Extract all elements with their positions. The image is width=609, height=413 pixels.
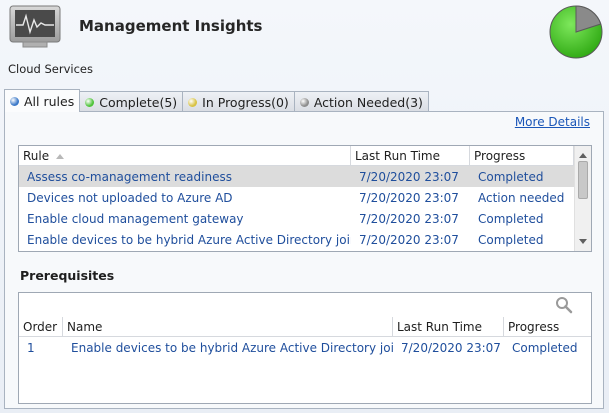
last-run-time: 7/20/2020 23:07 [401, 340, 501, 355]
gray-dot-icon [299, 97, 309, 107]
tab-label: In Progress(0) [202, 94, 289, 110]
last-run-time: 7/20/2020 23:07 [359, 169, 459, 184]
column-header-order[interactable]: Order [19, 317, 63, 337]
prerequisites-table-header: Order Name Last Run Time Progress [19, 317, 591, 337]
column-header-last-run-time[interactable]: Last Run Time [393, 317, 504, 337]
tab-panel: More Details Rule Last Run Time Progress… [4, 111, 604, 409]
tab-action-needed[interactable]: Action Needed(3) [294, 91, 429, 112]
scroll-up-arrow-icon[interactable] [579, 153, 587, 158]
page-subtitle: Cloud Services [8, 62, 93, 76]
more-details-link[interactable]: More Details [515, 115, 590, 129]
prerequisites-title: Prerequisites [20, 268, 115, 283]
tab-all-rules[interactable]: All rules [4, 89, 81, 112]
rule-name: Assess co-management readiness [27, 169, 232, 184]
column-header-name[interactable]: Name [63, 317, 393, 337]
rules-table: Rule Last Run Time Progress Assess co-ma… [18, 145, 592, 252]
blue-dot-icon [10, 96, 19, 106]
table-row[interactable]: Enable devices to be hybrid Azure Active… [19, 229, 574, 250]
last-run-time: 7/20/2020 23:07 [359, 190, 459, 205]
tab-complete[interactable]: Complete(5) [80, 91, 184, 112]
green-dot-icon [85, 97, 95, 107]
column-header-last-run-time[interactable]: Last Run Time [351, 146, 470, 166]
rule-name: Enable cloud management gateway [27, 211, 244, 226]
table-row[interactable]: Devices not uploaded to Azure AD 7/20/20… [19, 187, 574, 208]
rule-name: Enable devices to be hybrid Azure Active… [27, 232, 351, 247]
last-run-time: 7/20/2020 23:07 [359, 211, 459, 226]
header: Management Insights Cloud Services [0, 0, 609, 80]
tab-in-progress[interactable]: In Progress(0) [183, 91, 295, 112]
progress-pie-icon [549, 5, 603, 59]
prerequisite-order: 1 [27, 340, 35, 355]
column-header-rule[interactable]: Rule [19, 146, 351, 166]
search-icon[interactable] [555, 296, 573, 314]
table-row[interactable]: 1 Enable devices to be hybrid Azure Acti… [19, 337, 591, 358]
scroll-thumb[interactable] [578, 161, 588, 199]
page-title: Management Insights [79, 17, 263, 35]
last-run-time: 7/20/2020 23:07 [359, 232, 459, 247]
table-row[interactable]: Enable cloud management gateway 7/20/202… [19, 208, 574, 229]
column-header-progress[interactable]: Progress [504, 317, 591, 337]
tab-label: All rules [24, 93, 75, 109]
progress-status: Completed [478, 211, 544, 226]
scroll-down-arrow-icon[interactable] [579, 239, 587, 244]
progress-status: Completed [478, 232, 544, 247]
progress-status: Completed [512, 340, 578, 355]
rules-vertical-scrollbar[interactable] [574, 146, 591, 251]
progress-status: Completed [478, 169, 544, 184]
yellow-dot-icon [188, 97, 198, 107]
prerequisites-table: Order Name Last Run Time Progress 1 Enab… [18, 292, 592, 404]
progress-status: Action needed [478, 190, 565, 205]
monitor-icon [9, 5, 61, 48]
prerequisite-name: Enable devices to be hybrid Azure Active… [71, 340, 393, 355]
rule-name: Devices not uploaded to Azure AD [27, 190, 233, 205]
tab-label: Action Needed(3) [313, 94, 423, 110]
filter-tabs: All rules Complete(5) In Progress(0) Act… [4, 89, 429, 112]
rules-table-header: Rule Last Run Time Progress [19, 146, 574, 166]
tab-label: Complete(5) [99, 94, 178, 110]
table-row[interactable]: Assess co-management readiness 7/20/2020… [19, 166, 574, 187]
column-header-progress[interactable]: Progress [470, 146, 574, 166]
sort-ascending-icon [56, 154, 65, 159]
